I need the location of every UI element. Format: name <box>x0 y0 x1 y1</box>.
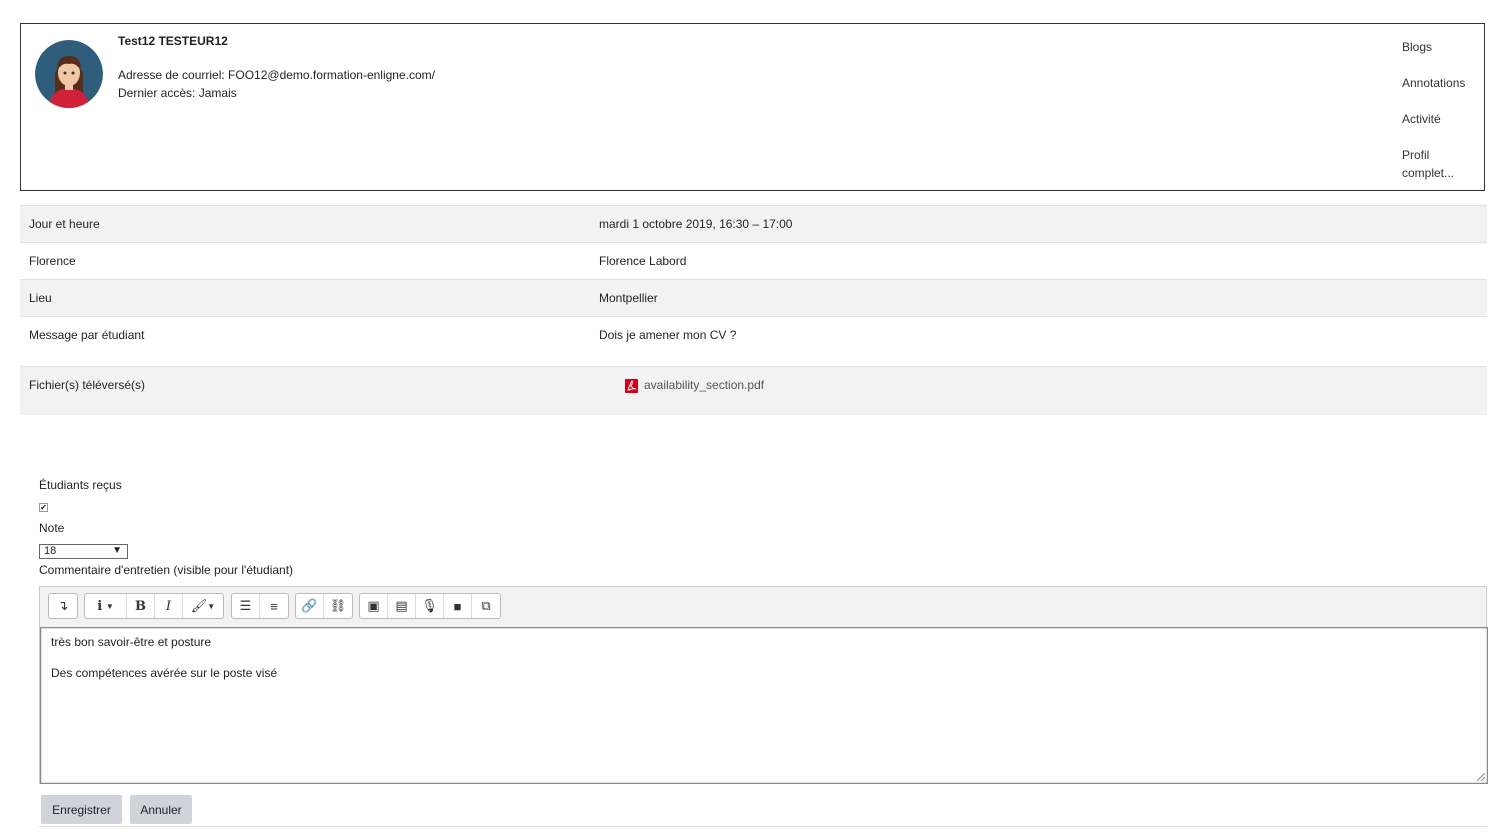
italic-icon[interactable]: I <box>155 594 183 618</box>
link-annotations[interactable]: Annotations <box>1402 74 1482 92</box>
bullet-list-icon[interactable]: ☰ <box>232 594 260 618</box>
pdf-icon <box>625 379 638 393</box>
detail-row-files: Fichier(s) téléversé(s) availability_sec… <box>20 366 1487 415</box>
unlink-icon[interactable]: ⛓ <box>324 594 352 618</box>
comment-textarea[interactable]: très bon savoir-être et posture Des comp… <box>40 627 1488 784</box>
received-label: Étudiants reçus <box>39 478 122 492</box>
detail-value: Florence Labord <box>599 254 687 268</box>
uploaded-file-link[interactable]: availability_section.pdf <box>644 378 764 392</box>
cancel-button[interactable]: Annuler <box>130 795 192 824</box>
toolbar-group-expand: ↴ <box>48 593 78 619</box>
detail-label: Fichier(s) téléversé(s) <box>29 378 146 392</box>
manage-files-icon[interactable]: ⧉ <box>472 594 500 618</box>
detail-label: Lieu <box>29 291 52 305</box>
toolbar-group-lists: ☰ ≡ <box>231 593 289 619</box>
user-last-access: Dernier accès: Jamais <box>118 86 237 100</box>
detail-row-location: Lieu Montpellier <box>20 279 1487 316</box>
user-profile-card: Test12 TESTEUR12 Adresse de courriel: FO… <box>20 23 1485 191</box>
comment-label: Commentaire d'entretien (visible pour l'… <box>39 563 294 577</box>
record-video-icon[interactable]: ■ <box>444 594 472 618</box>
detail-value: Montpellier <box>599 291 658 305</box>
link-blogs[interactable]: Blogs <box>1402 38 1482 56</box>
toolbar-group-format: i ▼ B I 🖌 ▼ <box>84 593 224 619</box>
media-icon[interactable]: ▤ <box>388 594 416 618</box>
toolbar-group-links: 🔗 ⛓ <box>295 593 353 619</box>
resize-handle-icon[interactable] <box>1477 773 1485 781</box>
detail-row-teacher: Florence Florence Labord <box>20 242 1487 279</box>
rich-text-editor: ↴ i ▼ B I 🖌 ▼ ☰ ≡ 🔗 ⛓ ▣ ▤ 🎙 ■ ⧉ très bon… <box>39 586 1488 784</box>
detail-label: Message par étudiant <box>29 328 145 342</box>
toolbar-group-media: ▣ ▤ 🎙 ■ ⧉ <box>359 593 501 619</box>
record-audio-icon[interactable]: 🎙 <box>416 594 444 618</box>
link-icon[interactable]: 🔗 <box>296 594 324 618</box>
received-checkbox[interactable]: ✔ <box>39 503 48 512</box>
caret-down-icon: ▼ <box>112 545 122 556</box>
detail-label: Jour et heure <box>29 217 100 231</box>
link-full-profile[interactable]: Profil complet... <box>1402 146 1482 182</box>
bold-icon[interactable]: B <box>127 594 155 618</box>
detail-row-message: Message par étudiant Dois je amener mon … <box>20 316 1487 366</box>
expand-icon[interactable]: ↴ <box>49 594 77 618</box>
user-fullname[interactable]: Test12 TESTEUR12 <box>118 34 228 48</box>
detail-value: Dois je amener mon CV ? <box>599 328 737 342</box>
avatar[interactable] <box>35 40 103 108</box>
user-email: Adresse de courriel: FOO12@demo.formatio… <box>118 68 435 82</box>
appointment-details: Jour et heure mardi 1 octobre 2019, 16:3… <box>20 205 1487 415</box>
text-color-icon[interactable]: 🖌 ▼ <box>183 594 223 618</box>
numbered-list-icon[interactable]: ≡ <box>260 594 288 618</box>
comment-line: très bon savoir-être et posture <box>51 635 212 649</box>
save-button[interactable]: Enregistrer <box>41 795 122 824</box>
profile-links: Blogs Annotations Activité Profil comple… <box>1402 38 1482 200</box>
detail-label: Florence <box>29 254 76 268</box>
paragraph-style-icon[interactable]: i ▼ <box>85 594 127 618</box>
grade-select[interactable]: 18 ▼ <box>39 544 128 559</box>
grade-selected-value: 18 <box>44 545 57 557</box>
grade-label: Note <box>39 521 65 535</box>
detail-row-datetime: Jour et heure mardi 1 octobre 2019, 16:3… <box>20 205 1487 242</box>
divider <box>39 826 1487 827</box>
comment-line: Des compétences avérée sur le poste visé <box>51 666 278 680</box>
detail-value: mardi 1 octobre 2019, 16:30 – 17:00 <box>599 217 793 231</box>
link-activity[interactable]: Activité <box>1402 110 1482 128</box>
image-icon[interactable]: ▣ <box>360 594 388 618</box>
